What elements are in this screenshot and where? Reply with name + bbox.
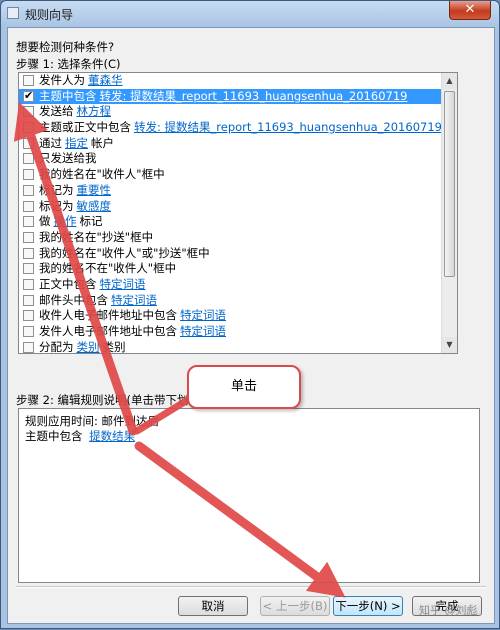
condition-label: 正文中包含 [39, 276, 97, 291]
condition-value-link[interactable]: 特定词语 [180, 324, 226, 338]
condition-suffix: 帐户 [91, 135, 114, 150]
condition-value-link[interactable]: 特定词语 [180, 308, 226, 322]
condition-row[interactable]: 只发送给我 [19, 151, 441, 167]
condition-value-link[interactable]: 董森华 [88, 73, 123, 87]
checkbox-icon[interactable] [23, 200, 34, 212]
condition-label: 做 [39, 214, 51, 229]
cancel-button[interactable]: 取消 [178, 596, 248, 616]
rules-wizard-window: 规则向导 ✕ 想要检测何种条件? 步骤 1: 选择条件(C) 发件人为董森华主题… [0, 0, 500, 629]
condition-value-link[interactable]: 特定词语 [100, 277, 146, 291]
checkbox-icon[interactable] [23, 263, 34, 275]
scroll-down-icon[interactable]: ▼ [442, 337, 457, 353]
condition-label: 标记为 [39, 182, 74, 197]
condition-label: 收件人电子邮件地址中包含 [39, 308, 177, 323]
condition-row[interactable]: 我的姓名在"抄送"框中 [19, 230, 441, 246]
condition-value-link[interactable]: 特定词语 [111, 293, 157, 307]
checkbox-icon[interactable] [23, 184, 34, 196]
checkbox-icon[interactable] [23, 231, 34, 243]
conditions-scrollbar[interactable]: ▲ ▼ [441, 73, 457, 353]
condition-value-link[interactable]: 敏感度 [77, 199, 112, 213]
title-bar: 规则向导 ✕ [1, 1, 499, 27]
checkbox-icon[interactable] [23, 169, 34, 181]
condition-value-link[interactable]: 类别 [77, 340, 100, 353]
condition-row[interactable]: 我的姓名在"收件人"或"抄送"框中 [19, 246, 441, 262]
condition-row[interactable]: 主题或正文中包含 转发: 提数结果_report_11693_huangsenhu… [19, 120, 442, 136]
condition-row[interactable]: 正文中包含 特定词语 [19, 277, 441, 293]
description-line-2: 主题中包含 提数结果 [25, 428, 135, 444]
condition-row[interactable]: 做操作 标记 [19, 214, 441, 230]
checkbox-icon[interactable] [23, 326, 34, 337]
condition-label: 只发送给我 [39, 151, 97, 166]
condition-label: 我的姓名不在"收件人"框中 [39, 261, 177, 276]
button-separator [16, 586, 486, 588]
condition-row[interactable]: 邮件头中包含 特定词语 [19, 293, 441, 309]
condition-label: 主题中包含 [39, 88, 97, 103]
checkbox-icon[interactable] [23, 106, 34, 118]
condition-label: 邮件头中包含 [39, 292, 108, 307]
click-callout: 单击 [187, 365, 301, 409]
condition-label: 主题或正文中包含 [39, 120, 131, 135]
condition-label: 我的姓名在"收件人"或"抄送"框中 [39, 245, 210, 260]
checkbox-icon[interactable] [23, 341, 34, 353]
back-button[interactable]: < 上一步(B) [260, 596, 330, 616]
condition-row[interactable]: 分配为 类别 类别 [19, 339, 441, 354]
condition-label: 发送给 [39, 104, 74, 119]
scroll-thumb[interactable] [444, 91, 455, 277]
checkbox-icon[interactable] [23, 137, 34, 149]
description-line-1: 规则应用时间: 邮件到达后 [25, 414, 160, 428]
scroll-up-icon[interactable]: ▲ [442, 73, 457, 89]
condition-value-link[interactable]: 转发: 提数结果_report_11693_huangsenhua_201607… [134, 120, 442, 134]
checkbox-icon[interactable] [23, 75, 34, 86]
condition-row[interactable]: 发送给 林方程 [19, 104, 441, 120]
conditions-list[interactable]: 发件人为董森华主题中包含转发: 提数结果_report_11693_huangs… [18, 72, 458, 354]
prompt-label: 想要检测何种条件? [16, 40, 115, 54]
checkbox-icon[interactable] [23, 294, 34, 306]
close-button[interactable]: ✕ [449, 1, 491, 20]
condition-label: 我的姓名在"抄送"框中 [39, 229, 154, 244]
app-icon [7, 7, 19, 19]
condition-label: 分配为 [39, 339, 74, 354]
window-title: 规则向导 [25, 8, 74, 22]
condition-row[interactable]: 我的姓名不在"收件人"框中 [19, 261, 441, 277]
condition-row[interactable]: 发件人电子邮件地址中包含 特定词语 [19, 324, 441, 340]
condition-row[interactable]: 我的姓名在"收件人"框中 [19, 167, 441, 183]
condition-label: 发件人电子邮件地址中包含 [39, 324, 177, 338]
condition-value-link[interactable]: 操作 [54, 214, 77, 228]
checkbox-icon[interactable] [23, 278, 34, 290]
condition-row[interactable]: 标记为 敏感度 [19, 199, 441, 215]
checkbox-icon[interactable] [23, 153, 34, 165]
condition-value-link[interactable]: 林方程 [77, 104, 112, 118]
condition-value-link[interactable]: 转发: 提数结果_report_11693_huangsenhua_201607… [100, 89, 408, 103]
step1-label: 步骤 1: 选择条件(C) [16, 57, 121, 71]
condition-row[interactable]: 收件人电子邮件地址中包含 特定词语 [19, 308, 441, 324]
rule-description-box: 规则应用时间: 邮件到达后 主题中包含 提数结果 [18, 408, 480, 583]
condition-row[interactable]: 发件人为 董森华 [19, 73, 441, 89]
condition-label: 发件人为 [39, 73, 85, 87]
checked-checkbox-icon[interactable] [23, 88, 34, 103]
condition-label: 标记为 [39, 198, 74, 213]
checkbox-icon[interactable] [23, 310, 34, 322]
condition-label: 我的姓名在"收件人"框中 [39, 167, 165, 182]
checkbox-icon[interactable] [23, 247, 34, 259]
next-button[interactable]: 下一步(N) > [333, 596, 403, 616]
checkbox-icon[interactable] [23, 122, 34, 134]
condition-row[interactable]: 主题中包含转发: 提数结果_report_11693_huangsenhua_2… [19, 88, 441, 105]
conditions-rows: 发件人为董森华主题中包含转发: 提数结果_report_11693_huangs… [19, 73, 442, 354]
condition-suffix: 标记 [79, 214, 103, 229]
checkbox-icon[interactable] [23, 216, 34, 228]
condition-row[interactable]: 标记为 重要性 [19, 183, 441, 199]
condition-label: 通过 [39, 135, 62, 150]
description-keyword-link[interactable]: 提数结果 [89, 429, 135, 443]
description-condition-text: 主题中包含 [25, 429, 83, 443]
wizard-body: 想要检测何种条件? 步骤 1: 选择条件(C) 发件人为董森华主题中包含转发: … [7, 27, 495, 624]
condition-value-link[interactable]: 重要性 [77, 183, 112, 197]
condition-row[interactable]: 通过 指定 帐户 [19, 136, 441, 152]
condition-value-link[interactable]: 指定 [65, 136, 88, 150]
watermark: 知乎 @刘彪 [419, 604, 478, 617]
condition-suffix: 类别 [102, 339, 126, 354]
